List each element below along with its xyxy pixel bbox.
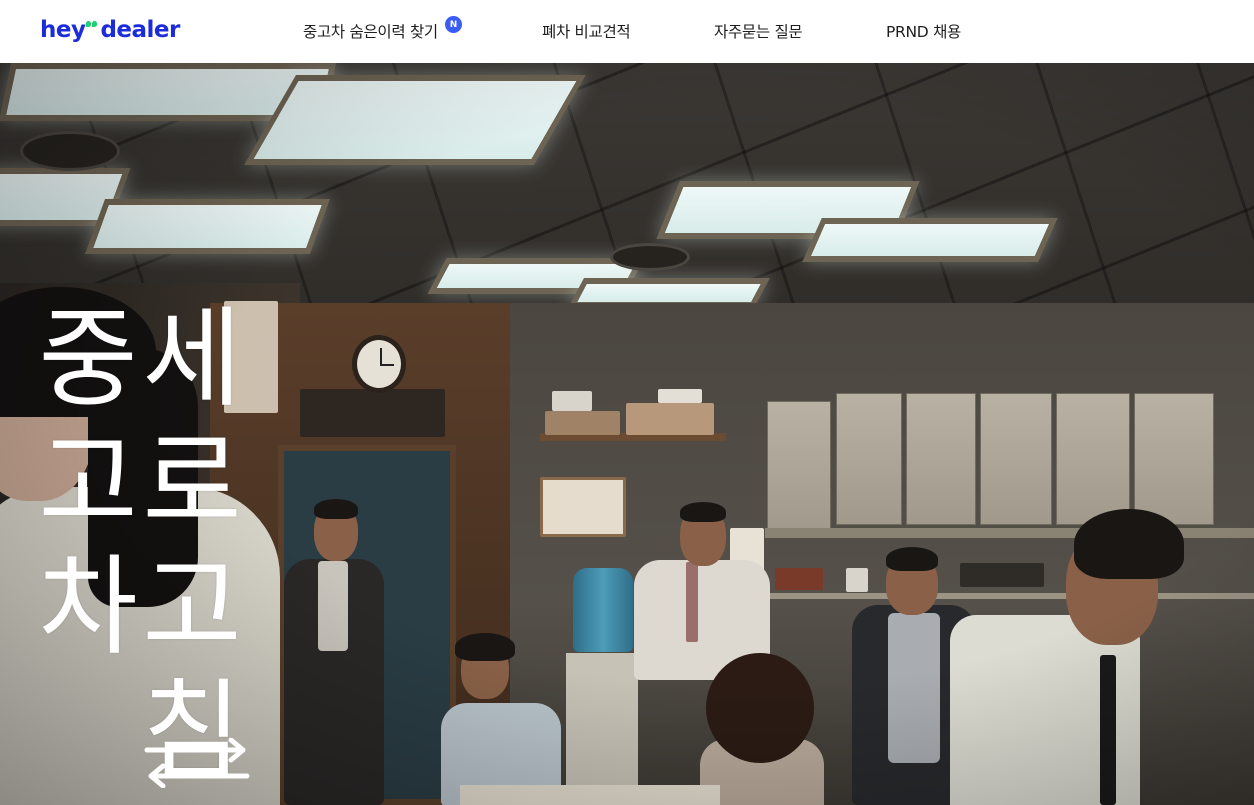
headline-char: 세 — [142, 297, 242, 422]
hero-headline: 중 고 차 세 로 고 침 — [36, 298, 244, 798]
nav-item-faq[interactable]: 자주묻는 질문 — [714, 20, 803, 42]
headline-char: 차 — [38, 545, 138, 670]
headline-char: 고 — [38, 421, 138, 546]
hero-banner: 중 고 차 세 로 고 침 — [0, 63, 1254, 805]
new-badge: N — [445, 16, 462, 33]
nav-item-careers[interactable]: PRND 채용 — [886, 20, 961, 42]
headline-column-refresh: 세 로 고 침 — [140, 298, 244, 798]
headline-column-used-car: 중 고 차 — [36, 298, 140, 798]
nav-item-history[interactable]: 중고차 숨은이력 찾기 — [303, 20, 438, 42]
headline-char: 중 — [38, 297, 138, 422]
main-nav: 중고차 숨은이력 찾기 N 폐차 비교견적 자주묻는 질문 PRND 채용 — [0, 0, 1254, 63]
refresh-arrows-icon — [144, 738, 250, 788]
headline-char: 고 — [142, 545, 242, 670]
headline-char: 로 — [142, 421, 242, 546]
site-header: hey dealer 중고차 숨은이력 찾기 N 폐차 비교견적 자주묻는 질문… — [0, 0, 1254, 63]
nav-item-scrap-quote[interactable]: 폐차 비교견적 — [542, 20, 631, 42]
